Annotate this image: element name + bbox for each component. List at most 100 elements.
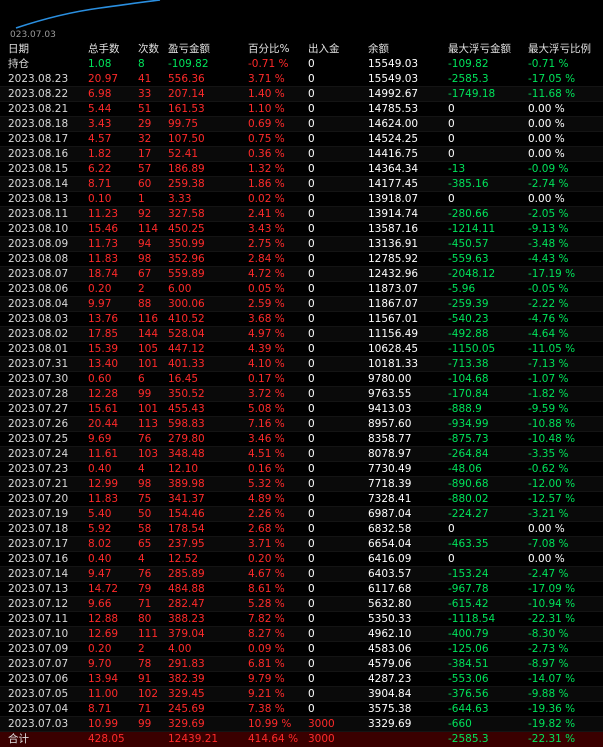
table-row[interactable]: 2023.08.16 1.82 17 52.41 0.36 % 0 14416.75 0 0.0… [0, 147, 603, 162]
table-row[interactable]: 2023.07.26 20.44 113 598.83 7.16 % 0 8957.60 -9… [0, 417, 603, 432]
max-loss-pct-cell: -3.48 % [528, 238, 569, 250]
flow-cell: 0 [308, 178, 315, 190]
table-row[interactable]: 2023.08.21 5.44 51 161.53 1.10 % 0 14785.53 0 0.… [0, 102, 603, 117]
table-row[interactable]: 2023.08.07 18.74 67 559.89 4.72 % 0 12432.96 -2… [0, 267, 603, 282]
balance-cell: 13136.91 [368, 238, 419, 250]
balance-cell: 9413.03 [368, 403, 412, 415]
column-header-6[interactable]: 出入金 [308, 42, 366, 57]
table-row[interactable]: 2023.07.28 12.28 99 350.52 3.72 % 0 9763.55 -17… [0, 387, 603, 402]
table-row[interactable]: 2023.08.11 11.23 92 327.58 2.41 % 0 13914.74 -2… [0, 207, 603, 222]
max-loss-pct-cell: -3.21 % [528, 508, 569, 520]
max-loss-cell: -13 [448, 163, 466, 175]
total-row[interactable]: 合计 428.05 12439.21 414.64 % 3000 -2585.3 -22.3… [0, 732, 603, 747]
balance-cell: 9780.00 [368, 373, 412, 385]
flow-cell: 0 [308, 613, 315, 625]
table-row[interactable]: 2023.07.19 5.40 50 154.46 2.26 % 0 6987.04 -224… [0, 507, 603, 522]
pct-cell: 3.71 % [248, 538, 285, 550]
table-row[interactable]: 2023.08.15 6.22 57 186.89 1.32 % 0 14364.34 -13… [0, 162, 603, 177]
table-row[interactable]: 2023.07.21 12.99 98 389.98 5.32 % 0 7718.39 -89… [0, 477, 603, 492]
pct-cell: 4.51 % [248, 448, 285, 460]
table-row[interactable]: 2023.08.13 0.10 1 3.33 0.02 % 0 13918.07 0 0.00 … [0, 192, 603, 207]
max-loss-pct-cell: -12.57 % [528, 493, 576, 505]
table-row[interactable]: 2023.07.12 9.66 71 282.47 5.28 % 0 5632.80 -615… [0, 597, 603, 612]
max-loss-pct-cell: -3.35 % [528, 448, 569, 460]
table-row[interactable]: 2023.07.20 11.83 75 341.37 4.89 % 0 7328.41 -88… [0, 492, 603, 507]
pnl-cell: 6.00 [168, 283, 192, 295]
table-row[interactable]: 2023.07.09 0.20 2 4.00 0.09 % 0 4583.06 -125.06… [0, 642, 603, 657]
table-row[interactable]: 2023.07.03 10.99 99 329.69 10.99 % 3000 3329.6… [0, 717, 603, 732]
max-loss-cell: -170.84 [448, 388, 489, 400]
max-loss-cell: -2585.3 [448, 73, 489, 85]
table-row[interactable]: 2023.07.18 5.92 58 178.54 2.68 % 0 6832.58 0 0.0… [0, 522, 603, 537]
table-header[interactable]: 日期 总手数 次数 盈亏金额 百分比% 出入金 余额 最大浮亏金额 最大浮亏比例 [0, 42, 603, 57]
table-row[interactable]: 2023.07.07 9.70 78 291.83 6.81 % 0 4579.06 -384… [0, 657, 603, 672]
max-loss-cell: -644.63 [448, 703, 489, 715]
column-header-8[interactable]: 最大浮亏金额 [448, 42, 526, 57]
pct-cell: 5.28 % [248, 598, 285, 610]
date-cell: 2023.08.09 [8, 238, 69, 250]
column-header-5[interactable]: 百分比% [248, 42, 306, 57]
lots-cell: 0.40 [88, 463, 112, 475]
table-row[interactable]: 2023.08.09 11.73 94 350.99 2.75 % 0 13136.91 -4… [0, 237, 603, 252]
table-row[interactable]: 2023.07.31 13.40 101 401.33 4.10 % 0 10181.33 -… [0, 357, 603, 372]
lots-cell: 1.08 [88, 58, 112, 70]
date-cell: 2023.07.18 [8, 523, 69, 535]
table-row[interactable]: 2023.07.14 9.47 76 285.89 4.67 % 0 6403.57 -153… [0, 567, 603, 582]
table-row[interactable]: 2023.08.03 13.76 116 410.52 3.68 % 0 11567.01 -… [0, 312, 603, 327]
column-header-7[interactable]: 余额 [368, 42, 446, 57]
count-cell: 33 [138, 88, 152, 100]
column-header-2[interactable]: 总手数 [88, 42, 134, 57]
column-header-4[interactable]: 盈亏金额 [168, 42, 244, 57]
max-loss-pct-cell: -19.36 % [528, 703, 576, 715]
table-row[interactable]: 2023.07.16 0.40 4 12.52 0.20 % 0 6416.09 0 0.00 … [0, 552, 603, 567]
table-row[interactable]: 2023.08.02 17.85 144 528.04 4.97 % 0 11156.49 -… [0, 327, 603, 342]
flow-cell: 0 [308, 478, 315, 490]
table-row[interactable]: 2023.08.17 4.57 32 107.50 0.75 % 0 14524.25 0 0.… [0, 132, 603, 147]
table-row[interactable]: 2023.08.23 20.97 41 556.36 3.71 % 0 15549.03 -2… [0, 72, 603, 87]
date-cell: 2023.07.20 [8, 493, 69, 505]
lots-cell: 8.02 [88, 538, 112, 550]
table-row[interactable]: 2023.07.06 13.94 91 382.39 9.79 % 0 4287.23 -55… [0, 672, 603, 687]
column-header-3[interactable]: 次数 [138, 42, 166, 57]
table-row[interactable]: 2023.08.14 8.71 60 259.38 1.86 % 0 14177.45 -38… [0, 177, 603, 192]
table-row[interactable]: 2023.07.04 8.71 71 245.69 7.38 % 0 3575.38 -644… [0, 702, 603, 717]
pnl-cell: 382.39 [168, 673, 205, 685]
max-loss-pct-cell: -9.59 % [528, 403, 569, 415]
table-row[interactable]: 2023.07.27 15.61 101 455.43 5.08 % 0 9413.03 -8… [0, 402, 603, 417]
pct-cell: 7.16 % [248, 418, 285, 430]
table-row[interactable]: 2023.07.11 12.88 80 388.23 7.82 % 0 5350.33 -11… [0, 612, 603, 627]
table-row[interactable]: 2023.08.22 6.98 33 207.14 1.40 % 0 14992.67 -17… [0, 87, 603, 102]
balance-cell: 8358.77 [368, 433, 412, 445]
table-row[interactable]: 2023.07.24 11.61 103 348.48 4.51 % 0 8078.97 -2… [0, 447, 603, 462]
date-cell: 2023.08.07 [8, 268, 69, 280]
table-row[interactable]: 2023.08.06 0.20 2 6.00 0.05 % 0 11873.07 -5.96 -… [0, 282, 603, 297]
table-row[interactable]: 2023.07.05 11.00 102 329.45 9.21 % 0 3904.84 -3… [0, 687, 603, 702]
table-row[interactable]: 2023.07.10 12.69 111 379.04 8.27 % 0 4962.10 -4… [0, 627, 603, 642]
date-cell: 2023.07.31 [8, 358, 69, 370]
table-row[interactable]: 2023.07.17 8.02 65 237.95 3.71 % 0 6654.04 -463… [0, 537, 603, 552]
flow-cell: 0 [308, 313, 315, 325]
date-cell: 2023.08.16 [8, 148, 69, 160]
table-row[interactable]: 2023.07.25 9.69 76 279.80 3.46 % 0 8358.77 -875… [0, 432, 603, 447]
balance-cell: 6416.09 [368, 553, 412, 565]
date-cell: 2023.08.04 [8, 298, 69, 310]
table-row[interactable]: 2023.08.08 11.83 98 352.96 2.84 % 0 12785.92 -5… [0, 252, 603, 267]
table-row[interactable]: 2023.07.30 0.60 6 16.45 0.17 % 0 9780.00 -104.6… [0, 372, 603, 387]
column-header-1[interactable]: 日期 [8, 42, 86, 57]
table-row[interactable]: 2023.08.18 3.43 29 99.75 0.69 % 0 14624.00 0 0.0… [0, 117, 603, 132]
flow-cell: 0 [308, 673, 315, 685]
date-cell: 2023.07.12 [8, 598, 69, 610]
table-row[interactable]: 2023.08.10 15.46 114 450.25 3.43 % 0 13587.16 -… [0, 222, 603, 237]
count-cell: 60 [138, 178, 152, 190]
max-loss-pct-cell: -17.19 % [528, 268, 576, 280]
table-row[interactable]: 2023.07.23 0.40 4 12.10 0.16 % 0 7730.49 -48.06… [0, 462, 603, 477]
table-row[interactable]: 2023.07.13 14.72 79 484.88 8.61 % 0 6117.68 -96… [0, 582, 603, 597]
position-row[interactable]: 持仓 1.08 8 -109.82 -0.71 % 0 15549.03 -109.82 -0.… [0, 57, 603, 72]
table-row[interactable]: 2023.08.04 9.97 88 300.06 2.59 % 0 11867.07 -25… [0, 297, 603, 312]
lots-cell: 20.97 [88, 73, 119, 85]
max-loss-pct-cell: -1.82 % [528, 388, 569, 400]
flow-cell: 0 [308, 598, 315, 610]
pnl-cell: 186.89 [168, 163, 205, 175]
column-header-9[interactable]: 最大浮亏比例 [528, 42, 603, 57]
table-row[interactable]: 2023.08.01 15.39 105 447.12 4.39 % 0 10628.45 -… [0, 342, 603, 357]
